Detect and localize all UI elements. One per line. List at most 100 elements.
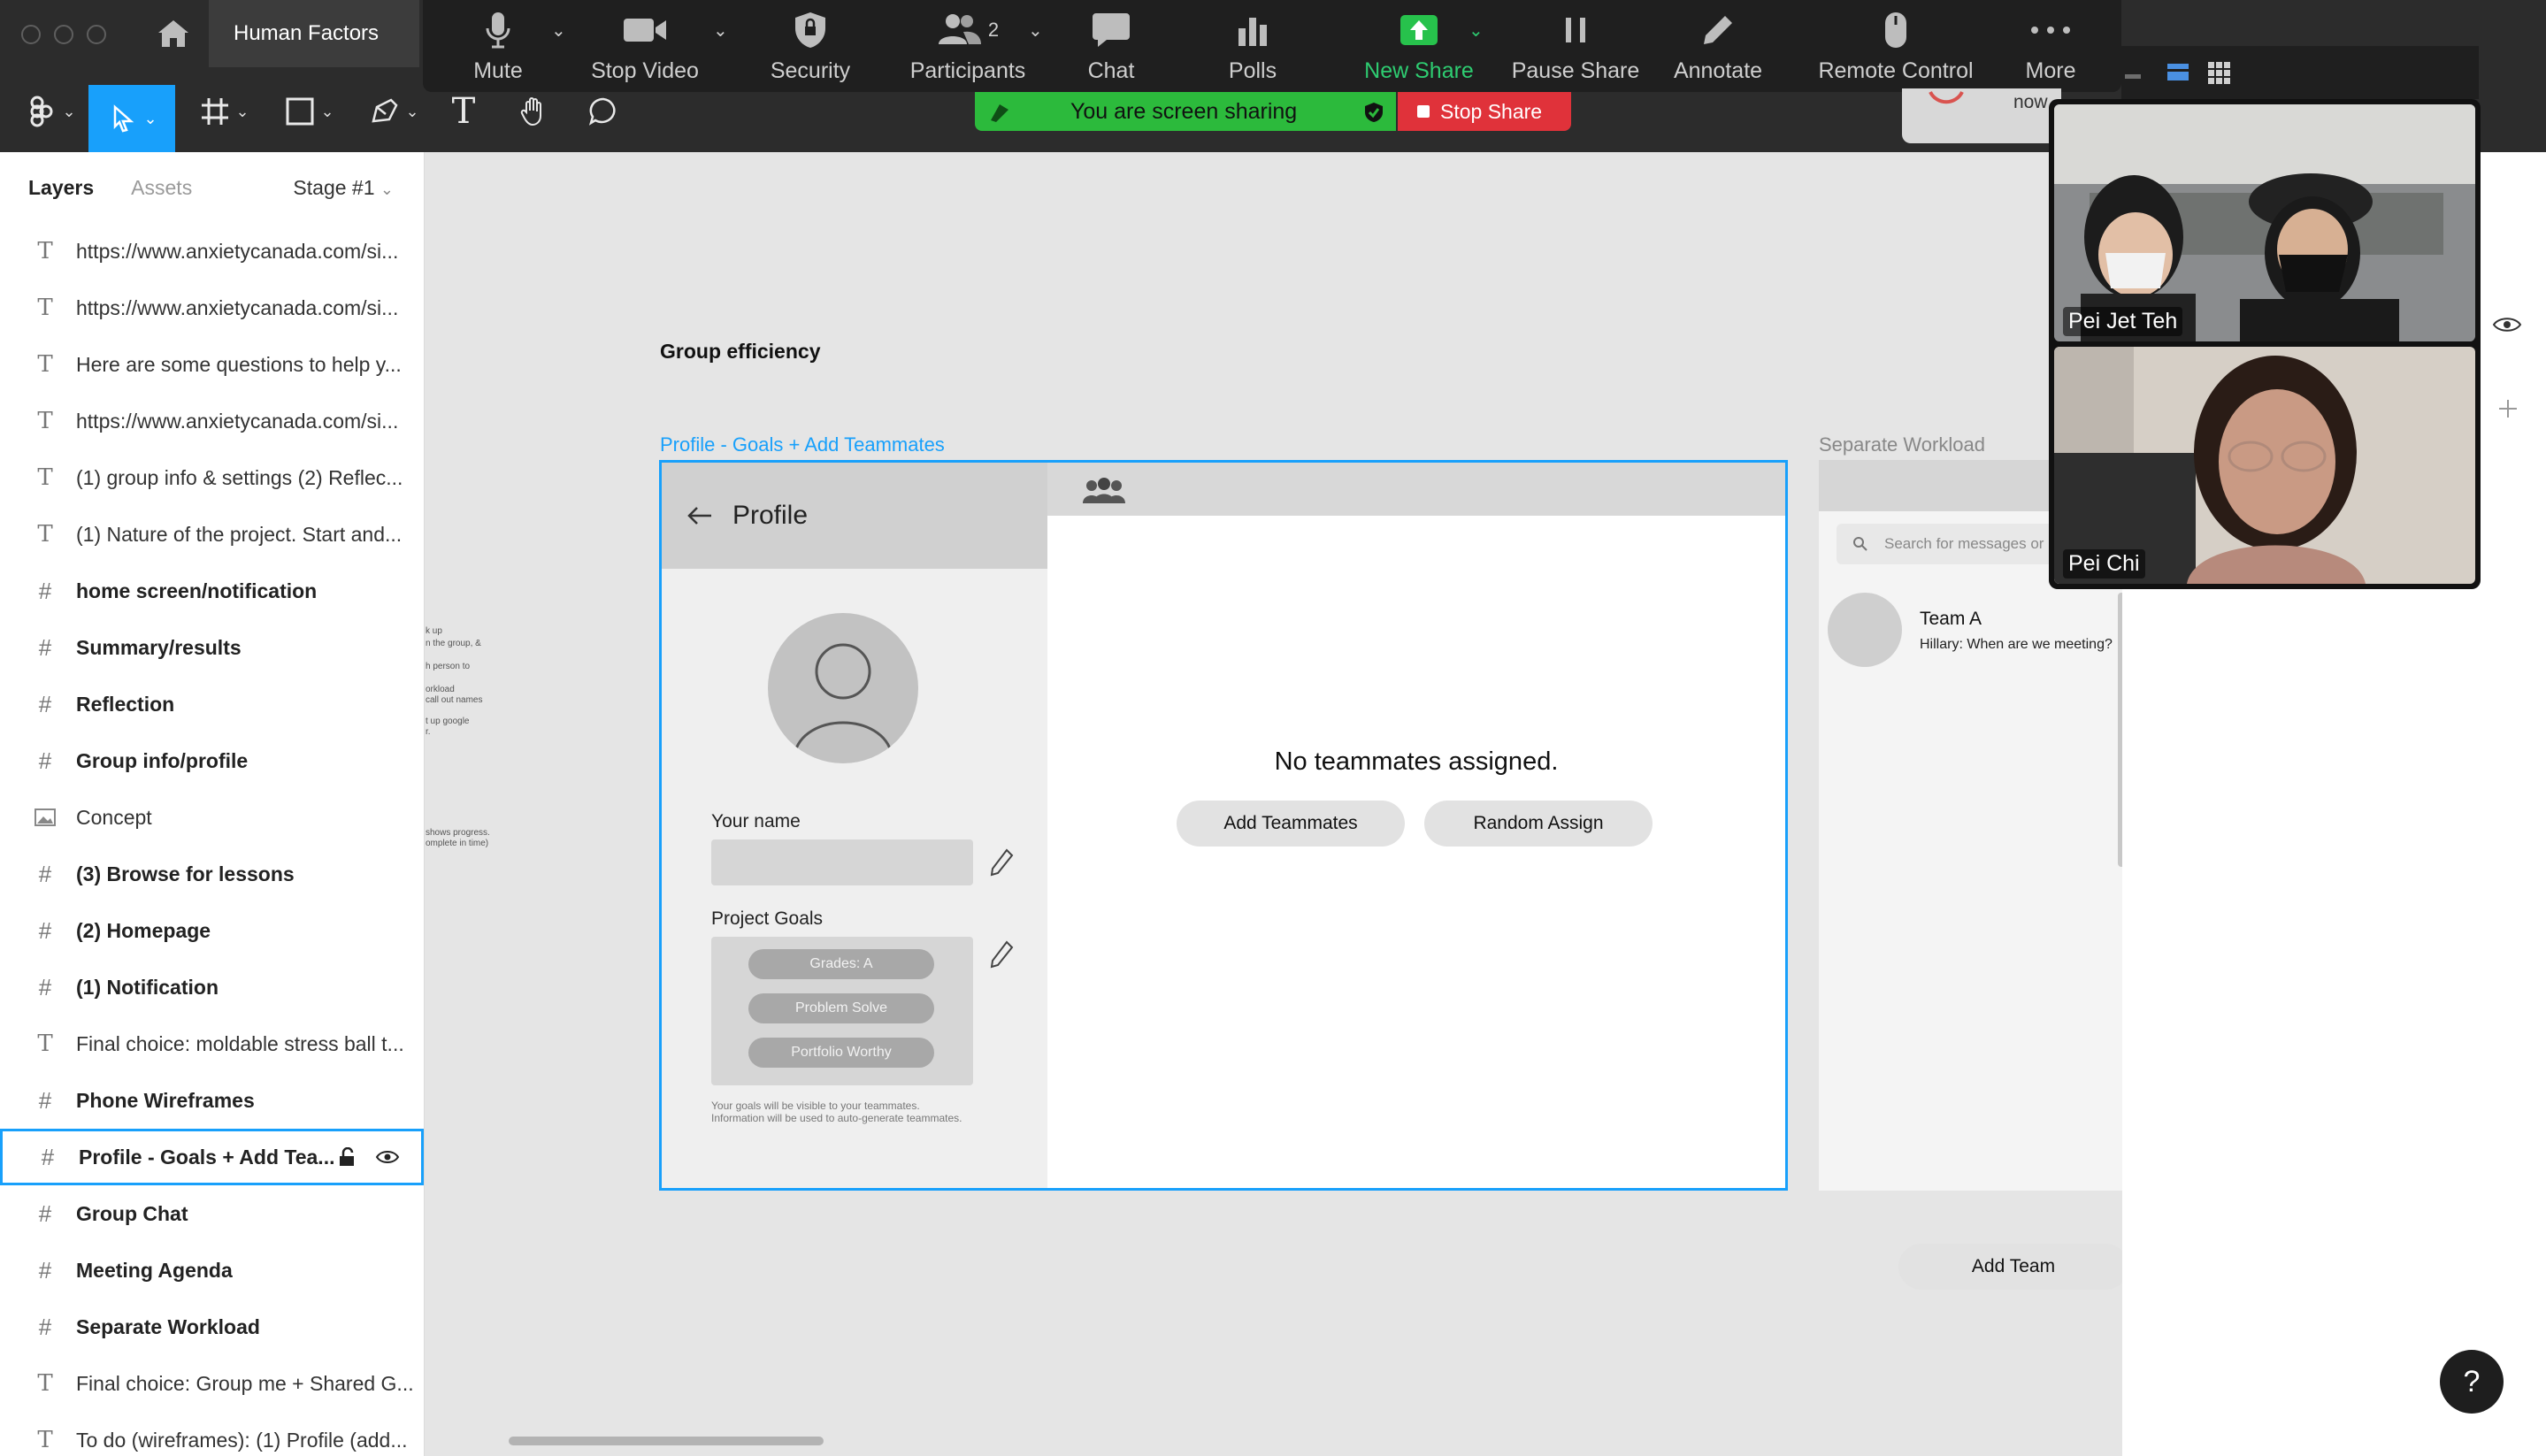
new-share-button[interactable]: New Share: [1357, 7, 1481, 87]
layer-item[interactable]: # Reflection: [0, 676, 424, 732]
layer-item[interactable]: T Final choice: Group me + Shared G...: [0, 1355, 424, 1412]
unlock-icon[interactable]: [338, 1147, 356, 1167]
rectangle-icon: [286, 97, 314, 126]
layer-item[interactable]: # Group info/profile: [0, 732, 424, 789]
layer-item[interactable]: Concept: [0, 789, 424, 846]
layer-item[interactable]: Thttps://www.anxietycanada.com/si...: [0, 393, 424, 449]
participant-video-tile[interactable]: Pei Chi: [2054, 347, 2475, 584]
participant-video-tile[interactable]: Pei Jet Teh: [2054, 104, 2475, 341]
layer-item[interactable]: # Phone Wireframes: [0, 1072, 424, 1129]
stop-video-button[interactable]: Stop Video: [587, 7, 702, 87]
layer-item[interactable]: T Final choice: moldable stress ball t...: [0, 1015, 424, 1072]
page-selector[interactable]: Stage #1 ⌄: [293, 176, 394, 200]
file-tab[interactable]: Human Factors: [209, 0, 419, 67]
eye-icon[interactable]: [375, 1149, 400, 1165]
horizontal-scrollbar[interactable]: [509, 1437, 824, 1445]
layer-item[interactable]: Thttps://www.anxietycanada.com/si...: [0, 223, 424, 280]
layer-item[interactable]: # (2) Homepage: [0, 902, 424, 959]
layer-label: home screen/notification: [76, 579, 318, 602]
frame-tool[interactable]: ⌄: [193, 85, 255, 138]
layer-item[interactable]: # (3) Browse for lessons: [0, 846, 424, 902]
goals-note-line: Information will be used to auto-generat…: [711, 1112, 962, 1124]
shield-icon: [795, 12, 825, 48]
chat-button[interactable]: Chat: [1067, 7, 1155, 87]
participants-button[interactable]: 2 Participants: [906, 7, 1030, 87]
layer-item[interactable]: # home screen/notification: [0, 563, 424, 619]
minimize-window-button[interactable]: [54, 25, 73, 44]
frame-label[interactable]: Profile - Goals + Add Teammates: [660, 433, 945, 456]
layer-item[interactable]: # Meeting Agenda: [0, 1242, 424, 1299]
cut-off-text-snippet: shows progress.: [426, 828, 490, 838]
layer-item[interactable]: T Here are some questions to help y...: [0, 336, 424, 393]
bar-chart-icon: [1238, 18, 1267, 46]
edit-pencil-icon[interactable]: [989, 848, 1014, 877]
eye-icon[interactable]: [2492, 315, 2522, 334]
layer-item[interactable]: T (1) group info & settings (2) Reflec...: [0, 449, 424, 506]
pen-tool[interactable]: ⌄: [363, 85, 425, 138]
minimize-icon[interactable]: [2121, 64, 2143, 81]
layer-item[interactable]: Thttps://www.anxietycanada.com/si...: [0, 280, 424, 336]
share-options-chevron-icon[interactable]: ⌄: [1469, 19, 1484, 42]
drag-handle-icon[interactable]: [987, 101, 1012, 124]
mute-options-chevron-icon[interactable]: ⌄: [551, 19, 566, 42]
add-teammates-button[interactable]: Add Teammates: [1177, 801, 1405, 847]
plus-icon[interactable]: [2497, 398, 2519, 419]
close-window-button[interactable]: [21, 25, 41, 44]
video-options-chevron-icon[interactable]: ⌄: [713, 19, 728, 42]
stop-share-button[interactable]: Stop Share: [1398, 92, 1571, 131]
random-assign-button[interactable]: Random Assign: [1424, 801, 1653, 847]
comment-icon: [588, 97, 616, 126]
canvas-section-heading[interactable]: Group efficiency: [660, 340, 820, 364]
gallery-view-icon[interactable]: [2206, 60, 2231, 85]
edit-pencil-icon[interactable]: [989, 940, 1014, 969]
polls-button[interactable]: Polls: [1208, 7, 1297, 87]
shape-tool[interactable]: ⌄: [278, 85, 340, 138]
maximize-window-button[interactable]: [87, 25, 106, 44]
participants-options-chevron-icon[interactable]: ⌄: [1028, 19, 1043, 42]
layer-label: https://www.anxietycanada.com/si...: [76, 295, 399, 319]
layer-item[interactable]: # Profile - Goals + Add Tea...: [0, 1129, 424, 1185]
more-button[interactable]: More: [2006, 7, 2095, 87]
back-arrow-icon[interactable]: [686, 506, 713, 525]
avatar[interactable]: [768, 613, 918, 763]
layer-list: Thttps://www.anxietycanada.com/si... Thtt…: [0, 223, 424, 1456]
team-avatar[interactable]: [1828, 593, 1902, 667]
design-canvas[interactable]: k up n the group, & h person to orkload …: [426, 152, 2122, 1456]
team-icon[interactable]: [1081, 477, 1127, 505]
pause-share-button[interactable]: Pause Share: [1509, 7, 1642, 87]
notification-toast[interactable]: now: [1902, 88, 2061, 143]
annotate-button[interactable]: Annotate: [1665, 7, 1771, 87]
mute-button[interactable]: Mute: [458, 7, 538, 87]
hand-tool[interactable]: [517, 85, 552, 138]
goal-pill[interactable]: Portfolio Worthy: [748, 1038, 934, 1068]
help-button[interactable]: ?: [2440, 1350, 2504, 1414]
tab-assets[interactable]: Assets: [131, 176, 192, 200]
team-name[interactable]: Team A: [1920, 609, 1982, 630]
speaker-view-icon[interactable]: [2166, 60, 2190, 85]
separate-workload-frame-label[interactable]: Separate Workload: [1819, 433, 1985, 456]
move-tool[interactable]: ⌄: [88, 85, 175, 152]
layer-item[interactable]: # (1) Notification: [0, 959, 424, 1015]
profile-goals-frame[interactable]: Profile Your name Project Goals Grades: …: [659, 460, 1788, 1191]
layer-item[interactable]: T To do (wireframes): (1) Profile (add...: [0, 1412, 424, 1456]
frame-layer-icon: #: [38, 690, 52, 717]
goal-pill[interactable]: Grades: A: [748, 949, 934, 979]
frame-layer-icon: #: [38, 1313, 52, 1340]
home-icon[interactable]: [156, 18, 191, 50]
remote-control-button[interactable]: Remote Control: [1803, 7, 1989, 87]
layer-item[interactable]: # Summary/results: [0, 619, 424, 676]
text-tool[interactable]: T: [446, 85, 481, 138]
cursor-icon: [114, 104, 134, 133]
layer-item[interactable]: T (1) Nature of the project. Start and...: [0, 506, 424, 563]
tab-layers[interactable]: Layers: [28, 176, 94, 200]
layer-item[interactable]: # Group Chat: [0, 1185, 424, 1242]
main-menu-button[interactable]: ⌄: [19, 85, 81, 138]
security-button[interactable]: Security: [757, 7, 863, 87]
help-label: ?: [2463, 1364, 2481, 1399]
layer-item[interactable]: # Separate Workload: [0, 1299, 424, 1355]
comment-tool[interactable]: [586, 85, 621, 138]
name-field[interactable]: [711, 839, 973, 885]
add-team-button[interactable]: Add Team: [1898, 1244, 2122, 1290]
mouse-icon: [1885, 12, 1906, 48]
goal-pill[interactable]: Problem Solve: [748, 993, 934, 1023]
